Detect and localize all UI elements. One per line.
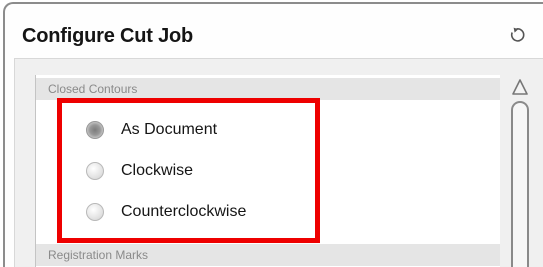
section-header-registration-marks: Registration Marks [36, 244, 500, 266]
reset-button[interactable] [506, 24, 528, 46]
scroll-up-button[interactable] [511, 79, 529, 95]
radio-option-clockwise[interactable]: Clockwise [86, 159, 193, 183]
radio-label-clockwise: Clockwise [121, 162, 194, 179]
radio-label-counterclockwise: Counterclockwise [121, 203, 247, 220]
radio-option-counterclockwise[interactable]: Counterclockwise [86, 200, 246, 224]
radio-button-as-document[interactable] [86, 121, 104, 139]
section-header-closed-contours: Closed Contours [36, 78, 500, 100]
reset-icon [510, 27, 525, 42]
radio-button-counterclockwise[interactable] [86, 203, 104, 221]
scroll-up-arrow-icon [512, 79, 528, 95]
radio-option-as-document[interactable]: As Document [86, 118, 217, 142]
panel-title: Configure Cut Job [22, 25, 194, 47]
radio-label-as-document: As Document [121, 121, 218, 138]
scrollbar-thumb[interactable] [511, 101, 529, 267]
radio-button-clockwise[interactable] [86, 162, 104, 180]
